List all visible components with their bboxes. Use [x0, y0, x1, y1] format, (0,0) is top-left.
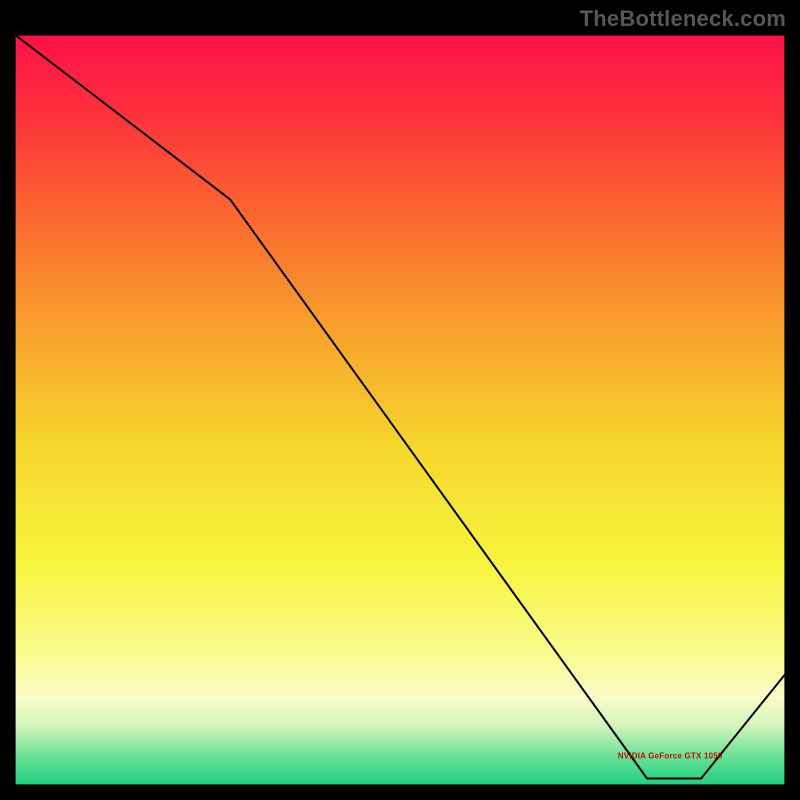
watermark-text: TheBottleneck.com [580, 6, 786, 32]
chart-plot-area: NVIDIA GeForce GTX 1050 [14, 34, 786, 786]
chart-annotation: NVIDIA GeForce GTX 1050 [618, 751, 723, 760]
chart-stage: TheBottleneck.com NVIDIA GeForce GTX 105… [0, 0, 800, 800]
chart-axis-frame [14, 34, 786, 786]
